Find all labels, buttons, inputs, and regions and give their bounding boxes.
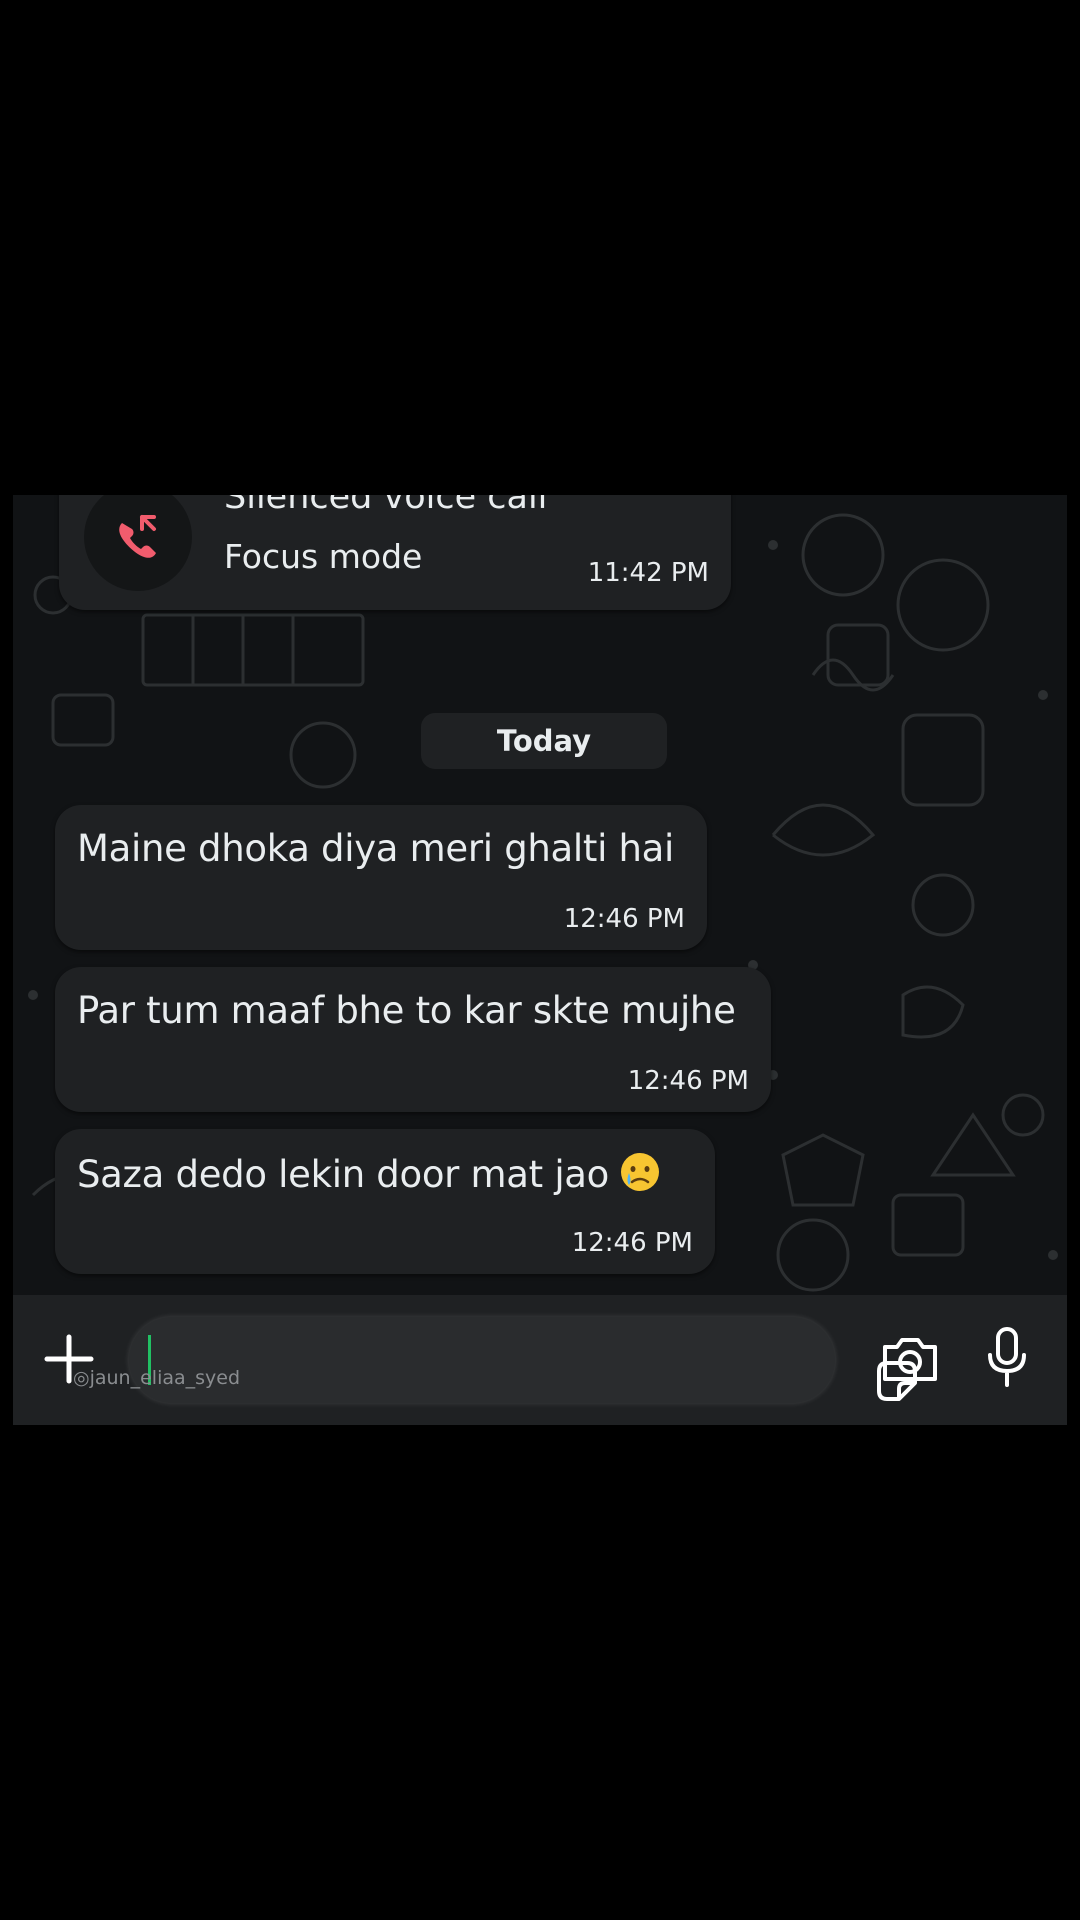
camera-icon[interactable] <box>879 1333 941 1385</box>
message-timestamp: 12:46 PM <box>563 904 685 934</box>
message-input[interactable] <box>129 1317 917 1403</box>
composer-bar: ◎jaun_eliaa_syed <box>13 1295 1067 1425</box>
screen: Silenced voice call Focus mode 11:42 PM … <box>0 0 1080 1920</box>
message-text: Saza dedo lekin door mat jao <box>77 1153 610 1196</box>
message-bubble[interactable]: Par tum maaf bhe to kar skte mujhe 12:46… <box>55 967 771 1112</box>
mic-icon[interactable] <box>985 1325 1029 1389</box>
call-icon-container <box>84 495 192 591</box>
watermark-text: jaun_eliaa_syed <box>89 1367 241 1389</box>
call-subtitle: Focus mode <box>224 537 423 576</box>
message-timestamp: 12:46 PM <box>571 1228 693 1258</box>
watermark: ◎jaun_eliaa_syed <box>73 1367 240 1389</box>
instagram-icon: ◎ <box>73 1367 90 1389</box>
call-title: Silenced voice call <box>224 495 548 517</box>
crying-face-emoji <box>621 1153 660 1191</box>
message-bubble[interactable]: Maine dhoka diya meri ghalti hai 12:46 P… <box>55 805 707 950</box>
message-timestamp: 12:46 PM <box>627 1066 749 1096</box>
message-text: Par tum maaf bhe to kar skte mujhe <box>77 989 736 1032</box>
message-text: Maine dhoka diya meri ghalti hai <box>77 827 675 870</box>
date-divider: Today <box>421 713 667 769</box>
missed-call-icon <box>119 515 156 558</box>
message-text-row: Saza dedo lekin door mat jao <box>77 1151 661 1196</box>
chat-area[interactable]: Silenced voice call Focus mode 11:42 PM … <box>13 495 1067 1295</box>
call-log-message[interactable]: Silenced voice call Focus mode 11:42 PM <box>59 495 731 610</box>
call-timestamp: 11:42 PM <box>587 558 709 588</box>
message-bubble[interactable]: Saza dedo lekin door mat jao 12:46 PM <box>55 1129 715 1274</box>
